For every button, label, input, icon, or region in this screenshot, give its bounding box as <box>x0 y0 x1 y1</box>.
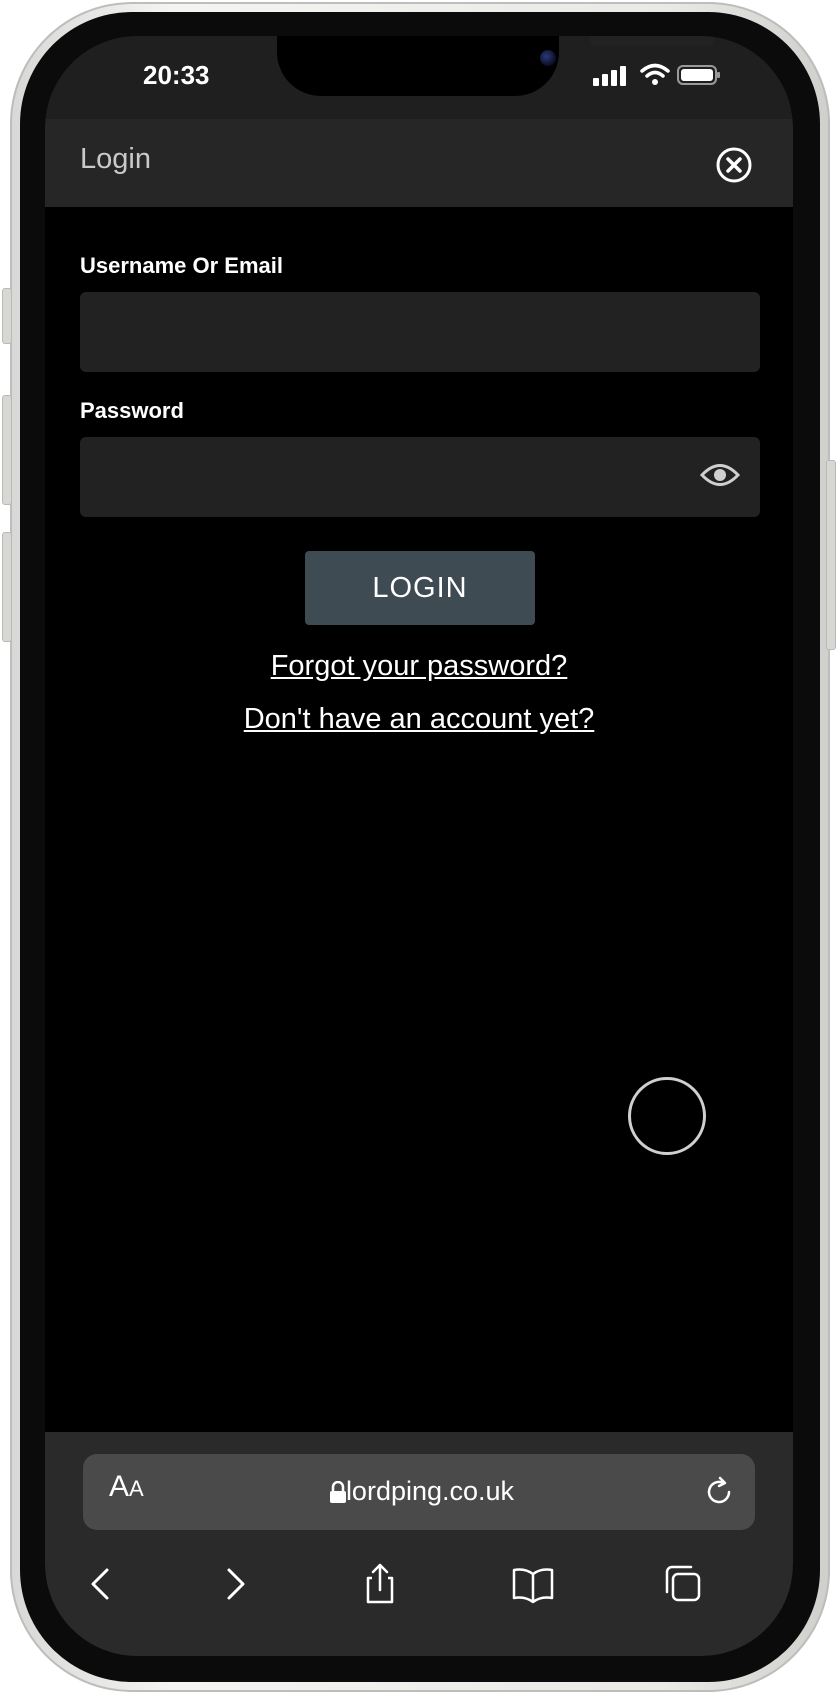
lock-icon <box>330 1481 346 1503</box>
show-password-icon[interactable] <box>700 460 740 490</box>
battery-icon <box>677 65 720 85</box>
forgot-password-link[interactable]: Forgot your password? <box>45 650 793 683</box>
power-button <box>826 460 836 650</box>
browser-toolbar: AA lordping.co.uk <box>45 1432 793 1656</box>
page-title: Login <box>80 143 151 175</box>
back-icon[interactable] <box>79 1562 123 1606</box>
login-header: Login <box>45 119 793 207</box>
front-camera <box>540 50 556 66</box>
close-icon[interactable] <box>715 146 753 184</box>
password-field[interactable] <box>80 437 760 517</box>
password-label: Password <box>80 398 184 423</box>
url-value: lordping.co.uk <box>345 1476 515 1506</box>
address-bar[interactable]: AA lordping.co.uk <box>83 1454 755 1530</box>
screen: 20:33 Login Username Or Email Password L… <box>45 36 793 1656</box>
reload-icon[interactable] <box>701 1474 737 1510</box>
volume-up-button <box>2 395 12 505</box>
volume-down-button <box>2 532 12 642</box>
username-label: Username Or Email <box>80 253 283 278</box>
url-text: lordping.co.uk <box>83 1476 755 1507</box>
floating-circle-button[interactable] <box>628 1077 706 1155</box>
forward-icon[interactable] <box>213 1562 257 1606</box>
cellular-signal-icon <box>593 66 626 86</box>
notch <box>277 36 714 96</box>
share-icon[interactable] <box>358 1562 402 1606</box>
username-field[interactable] <box>80 292 760 372</box>
status-time: 20:33 <box>143 60 210 90</box>
wifi-icon <box>640 63 670 85</box>
signup-link[interactable]: Don't have an account yet? <box>45 703 793 736</box>
login-button[interactable]: LOGIN <box>305 551 535 625</box>
silent-switch <box>2 288 12 344</box>
tabs-icon[interactable] <box>661 1562 705 1606</box>
bookmarks-icon[interactable] <box>511 1562 555 1606</box>
speaker-grille <box>590 36 714 46</box>
